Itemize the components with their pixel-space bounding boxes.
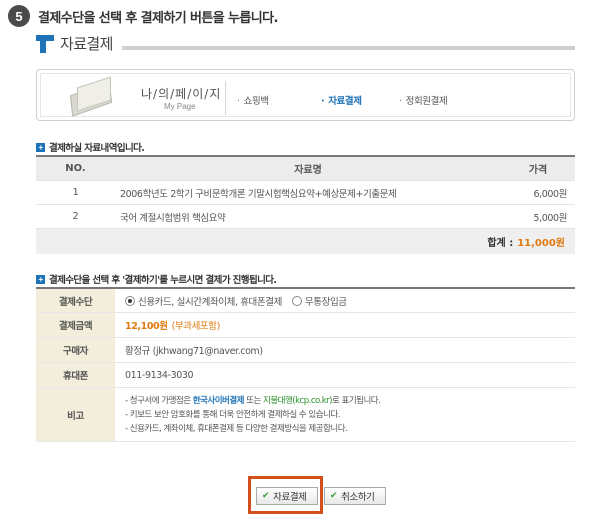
phone-value: 011-9134-3030 [125,369,194,381]
payment-form: 결제수단 신용카드, 실시간계좌이체, 휴대폰결제 무통장입금 결제금액 12,… [36,287,575,442]
column-header-no: NO. [65,163,86,174]
step-instruction: 결제수단을 선택 후 결제하기 버튼을 누릅니다. [38,10,278,26]
total-label: 합계 : [487,238,514,249]
bullet-icon: · [399,96,402,107]
step-header: 5 결제수단을 선택 후 결제하기 버튼을 누릅니다. [8,4,278,28]
payment-amount-row: 결제금액 12,100원 (부과세포함) [36,313,575,338]
mypage-title: 나/의/페/이/지 [141,87,222,101]
note-line-3: - 신용카드, 계좌이체, 휴대폰결제 등 다양한 결제방식을 제공합니다. [125,424,348,434]
bullet-icon: · [237,96,240,107]
items-heading: + 결제하실 자료내역입니다. [36,140,145,154]
notes-text: - 청구서에 가맹점은 한국사이버결제 또는 지불대행(kcp.co.kr)로 … [115,388,575,441]
nav-link-membership-payment[interactable]: · 정회원결제 [399,93,448,107]
total-amount: 11,000원 [517,238,565,249]
payment-option-card[interactable]: 신용카드, 실시간계좌이체, 휴대폰결제 [125,294,282,308]
payment-amount-value: 12,100원 [125,321,168,332]
table-row: 2 국어 계절시험범위 핵심요약 5,000원 [36,205,575,229]
notes-row: 비고 - 청구서에 가맹점은 한국사이버결제 또는 지불대행(kcp.co.kr… [36,388,575,442]
column-header-price: 가격 [528,165,548,176]
section-title-label: 자료결제 [60,35,113,53]
payment-method-label: 결제수단 [36,289,115,312]
payment-heading: + 결제수단을 선택 후 '결제하기'를 누르시면 결제가 진행됩니다. [36,272,277,286]
mypage-nav: 나/의/페/이/지 My Page · 쇼핑백 · 자료결제 · 정회원결제 [36,69,575,121]
item-name: 국어 계절시험범위 핵심요약 [120,212,226,224]
payment-option-bank-deposit[interactable]: 무통장입금 [291,294,347,308]
note-line-2: - 키보드 보안 암호화를 통해 더욱 안전하게 결제하실 수 있습니다. [125,410,340,420]
payment-amount-note: (부과세포함) [171,321,221,332]
section-divider [122,46,575,50]
radio-unselected-icon[interactable] [291,295,302,306]
buyer-label: 구매자 [36,338,115,362]
item-price: 6,000원 [533,188,567,200]
section-title: 자료결제 [36,33,113,54]
payment-amount-label: 결제금액 [36,313,115,337]
plus-icon: + [36,142,45,152]
phone-row: 휴대폰 011-9134-3030 [36,363,575,388]
notes-label: 비고 [36,388,115,441]
items-table-header: NO. 자료명 가격 [36,157,575,181]
mypage-subtitle: My Page [164,102,196,111]
nav-link-shopping-bag[interactable]: · 쇼핑백 [237,93,269,107]
nav-link-data-payment[interactable]: · 자료결제 [321,93,362,107]
column-header-name: 자료명 [294,165,322,176]
phone-label: 휴대폰 [36,363,115,387]
book-icon [67,76,117,117]
check-icon: ✔ [330,491,338,501]
items-table: NO. 자료명 가격 1 2006학년도 2학기 구비문학개론 기말시험핵심요약… [36,155,575,254]
check-icon: ✔ [262,491,270,501]
pay-button[interactable]: ✔ 자료결제 [256,487,318,505]
section-logo-icon [36,34,54,53]
mypage-nav-inner: 나/의/페/이/지 My Page · 쇼핑백 · 자료결제 · 정회원결제 [40,73,571,117]
radio-selected-icon[interactable] [125,295,135,306]
total-row: 합계 : 11,000원 [36,229,575,254]
bullet-icon: · [321,96,325,107]
step-number-badge: 5 [8,5,30,27]
item-price: 5,000원 [533,212,567,224]
plus-icon: + [36,274,45,284]
note-line-1: - 청구서에 가맹점은 한국사이버결제 또는 지불대행(kcp.co.kr)로 … [125,396,381,406]
buyer-row: 구매자 황정규 (jkhwang71@naver.com) [36,338,575,363]
table-row: 1 2006학년도 2학기 구비문학개론 기말시험핵심요약+예상문제+기출문제 … [36,181,575,205]
payment-method-row: 결제수단 신용카드, 실시간계좌이체, 휴대폰결제 무통장입금 [36,289,575,313]
cancel-button[interactable]: ✔ 취소하기 [324,487,386,505]
item-name: 2006학년도 2학기 구비문학개론 기말시험핵심요약+예상문제+기출문제 [120,188,397,200]
buyer-value: 황정규 (jkhwang71@naver.com) [125,346,263,357]
mypage-divider [225,81,226,115]
